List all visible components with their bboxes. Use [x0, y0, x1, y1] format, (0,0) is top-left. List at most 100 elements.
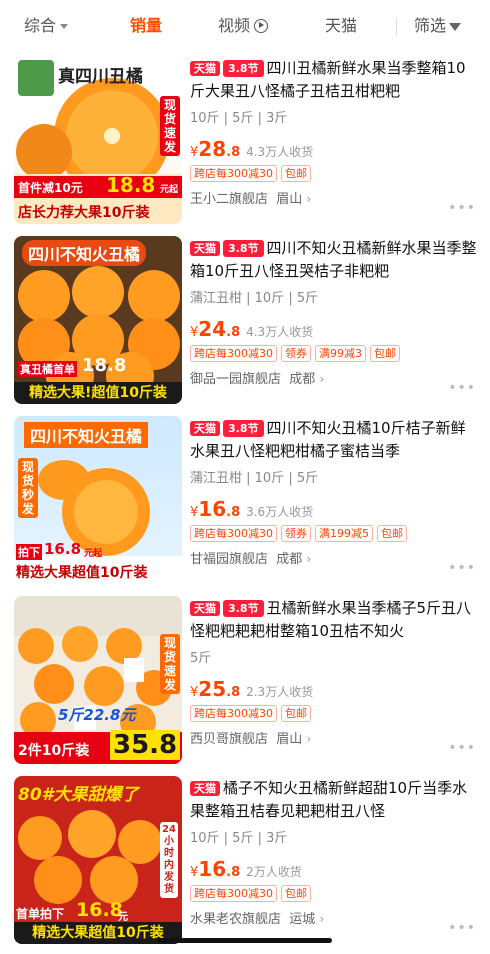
image-headline: 四川不知火丑橘: [22, 240, 147, 266]
product-info: 天猫 橘子不知火丑橘新鲜超甜10斤当季水果整箱丑桔春见耙耙柑丑八怪 10斤 | 5…: [190, 774, 480, 927]
shop-link[interactable]: 甘福园旗舰店 成都 ›: [190, 548, 480, 567]
product-card[interactable]: 四川不知火丑橘 真丑橘首单 18.8 精选大果!超值10斤装 天猫 3.8节 四川不…: [0, 234, 490, 412]
shop-link[interactable]: 王小二旗舰店 眉山 ›: [190, 188, 480, 207]
tab-xiaoliang[interactable]: 销量: [130, 14, 162, 38]
price-decimal: .8: [226, 865, 241, 880]
shop-region: 眉山: [276, 192, 303, 207]
product-info: 天猫 3.8节 四川不知火丑橘10斤桔子新鲜水果丑八怪粑粑柑橘子蜜桔当季 蒲江丑柑 …: [190, 414, 480, 567]
promo-tag: 跨店每300减30: [190, 705, 277, 722]
product-image[interactable]: 80#大果甜爆了 24小时内发货 首单拍下 16.8 元 精选大果超值10斤装: [14, 776, 182, 944]
shop-name: 西贝哥旗舰店: [190, 732, 269, 747]
deal-price: 16.8: [76, 899, 123, 921]
deal-prefix: 拍下: [16, 544, 42, 560]
home-indicator[interactable]: [158, 938, 332, 943]
product-card[interactable]: 现货速发 5斤22.8元 2件10斤装 35.8 天猫 3.8节 丑橘新鲜水果当季橘…: [0, 594, 490, 772]
shop-name: 王小二旗舰店: [190, 192, 269, 207]
tmall-badge: 天猫: [190, 601, 220, 616]
product-image[interactable]: 真四川丑橘 现货速发 首件减10元 18.8 元起 店长力荐大果10斤装: [14, 56, 182, 224]
product-image[interactable]: 四川不知火丑橘 真丑橘首单 18.8 精选大果!超值10斤装: [14, 236, 182, 404]
sold-count: 4.3万人收货: [246, 325, 314, 339]
tmall-badge: 天猫: [190, 421, 220, 436]
product-image[interactable]: 现货速发 5斤22.8元 2件10斤装 35.8: [14, 596, 182, 764]
shop-region: 运城: [289, 912, 316, 927]
more-options-icon[interactable]: •••: [448, 740, 476, 756]
image-tag: 现货速发: [160, 634, 180, 694]
festival-badge: 3.8节: [223, 420, 264, 437]
promo-tags: 跨店每300减30 包邮: [190, 162, 480, 182]
product-title[interactable]: 天猫 橘子不知火丑橘新鲜超甜10斤当季水果整箱丑桔春见耙耙柑丑八怪: [190, 777, 480, 823]
product-title[interactable]: 天猫 3.8节 四川不知火丑橘新鲜水果当季整箱10斤丑八怪丑哭桔子非粑粑: [190, 237, 480, 283]
image-headline: 四川不知火丑橘: [24, 422, 149, 448]
shop-region: 眉山: [276, 732, 303, 747]
price-decimal: .8: [226, 145, 241, 160]
image-slogan: 店长力荐大果10斤装: [18, 205, 150, 221]
funnel-icon: [449, 22, 462, 31]
price-decimal: .8: [226, 685, 241, 700]
deal-price: 16.8: [44, 540, 82, 558]
deal-prefix: 首单拍下: [16, 907, 65, 921]
tab-shipin-label: 视频: [218, 16, 251, 35]
promo-tags: 跨店每300减30 领券 满199减5 包邮: [190, 522, 480, 542]
shop-region: 成都: [276, 552, 303, 567]
product-title[interactable]: 天猫 3.8节 四川丑橘新鲜水果当季整箱10斤大果丑八怪橘子丑桔丑柑粑粑: [190, 57, 480, 103]
product-specs: 蒲江丑柑 | 10斤 | 5斤: [190, 471, 319, 486]
brand-logo: [18, 60, 54, 96]
product-specs: 10斤 | 5斤 | 3斤: [190, 831, 288, 846]
product-specs: 5斤: [190, 651, 212, 666]
price-decimal: .8: [226, 505, 241, 520]
promo-tag: 满199减5: [315, 525, 373, 542]
deal-price: 18.8: [82, 355, 127, 376]
deal-banner: 首件减10元 18.8 元起: [14, 173, 182, 198]
image-slogan: 精选大果超值10斤装: [14, 922, 182, 944]
product-card[interactable]: 四川不知火丑橘 现货秒发 拍下 16.8 元起 精选大果超值10斤装 天猫 3.8…: [0, 414, 490, 592]
product-card[interactable]: 真四川丑橘 现货速发 首件减10元 18.8 元起 店长力荐大果10斤装 天猫 3…: [0, 54, 490, 232]
promo-tag: 跨店每300减30: [190, 885, 277, 902]
more-options-icon[interactable]: •••: [448, 200, 476, 216]
product-title[interactable]: 天猫 3.8节 丑橘新鲜水果当季橘子5斤丑八怪粑粑耙耙柑整箱10丑桔不知火: [190, 597, 480, 643]
tab-shipin[interactable]: 视频: [218, 14, 269, 38]
more-options-icon[interactable]: •••: [448, 380, 476, 396]
title-text: 橘子不知火丑橘新鲜超甜10斤当季水果整箱丑桔春见耙耙柑丑八怪: [190, 779, 468, 820]
deal-suffix: 元: [118, 912, 128, 923]
tmall-badge: 天猫: [190, 781, 220, 796]
deal-prefix: 2件10斤装: [18, 743, 90, 759]
shop-link[interactable]: 西贝哥旗舰店 眉山 ›: [190, 728, 480, 747]
chevron-right-icon: ›: [306, 552, 312, 566]
chevron-right-icon: ›: [319, 912, 325, 926]
deal-prefix: 真丑橘首单: [18, 361, 77, 377]
chevron-right-icon: ›: [319, 372, 325, 386]
promo-tag: 包邮: [281, 165, 311, 182]
deal-price: 18.8: [106, 173, 156, 197]
shop-link[interactable]: 御品一园旗舰店 成都 ›: [190, 368, 480, 387]
image-slogan: 精选大果!超值10斤装: [14, 382, 182, 404]
tmall-badge: 天猫: [190, 241, 220, 256]
image-tag: 24小时内发货: [160, 822, 178, 898]
product-specs: 蒲江丑柑 | 10斤 | 5斤: [190, 291, 319, 306]
deal-price: 35.8: [110, 730, 181, 760]
promo-tag: 跨店每300减30: [190, 345, 277, 362]
filter-bar: 综合 销量 视频 天猫 筛选: [0, 0, 490, 52]
image-headline: 80#大果甜爆了: [18, 785, 139, 805]
festival-badge: 3.8节: [223, 600, 264, 617]
shop-link[interactable]: 水果老农旗舰店 运城 ›: [190, 908, 480, 927]
promo-tag: 跨店每300减30: [190, 165, 277, 182]
promo-tags: 跨店每300减30 领券 满99减3 包邮: [190, 342, 480, 362]
image-tag: 现货速发: [160, 96, 180, 156]
shop-name: 御品一园旗舰店: [190, 372, 282, 387]
product-image[interactable]: 四川不知火丑橘 现货秒发 拍下 16.8 元起 精选大果超值10斤装: [14, 416, 182, 584]
festival-badge: 3.8节: [223, 60, 264, 77]
tab-zonghe[interactable]: 综合: [24, 14, 69, 38]
price-row: ¥16.8 3.6万人收货: [190, 497, 480, 521]
price-row: ¥16.8 2万人收货: [190, 857, 480, 881]
product-card[interactable]: 80#大果甜爆了 24小时内发货 首单拍下 16.8 元 精选大果超值10斤装 …: [0, 774, 490, 952]
product-specs: 10斤 | 5斤 | 3斤: [190, 111, 288, 126]
more-options-icon[interactable]: •••: [448, 920, 476, 936]
tab-tianmao-label: 天猫: [325, 16, 358, 35]
deal-banner: 2件10斤装 35.8: [14, 730, 182, 764]
tab-tianmao[interactable]: 天猫: [325, 14, 357, 38]
more-options-icon[interactable]: •••: [448, 560, 476, 576]
tab-xiaoliang-label: 销量: [130, 16, 163, 35]
product-title[interactable]: 天猫 3.8节 四川不知火丑橘10斤桔子新鲜水果丑八怪粑粑柑橘子蜜桔当季: [190, 417, 480, 463]
filter-button[interactable]: 筛选: [414, 14, 462, 38]
sold-count: 2.3万人收货: [246, 685, 314, 699]
